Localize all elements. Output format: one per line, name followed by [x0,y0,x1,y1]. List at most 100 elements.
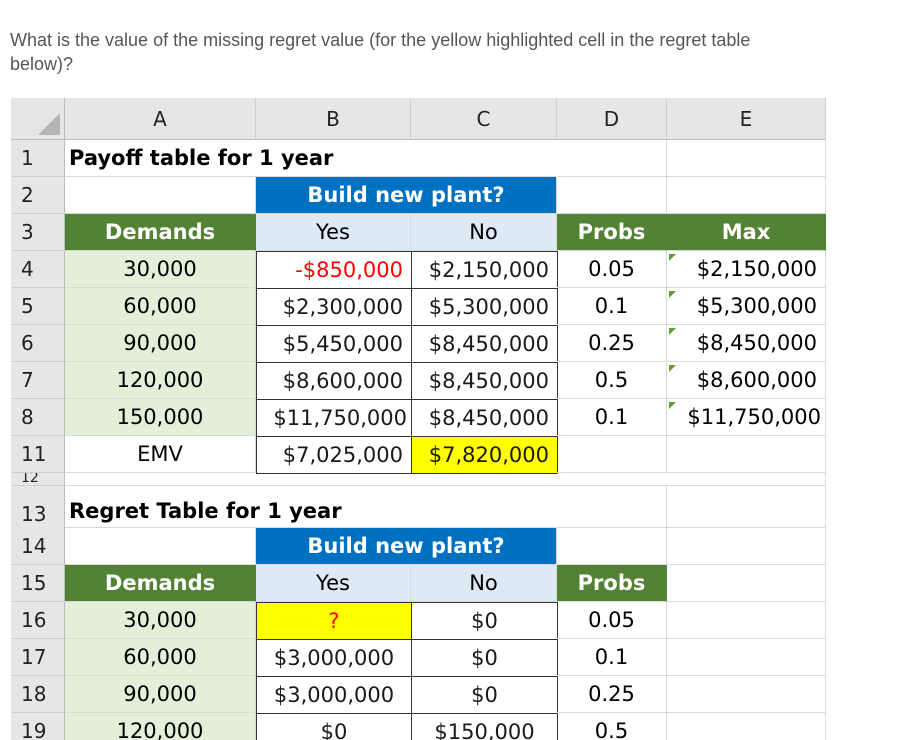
cell-a2[interactable] [65,177,256,214]
row-header-19[interactable]: 19 [11,713,65,740]
cell-e19[interactable] [667,713,826,740]
row-header-18[interactable]: 18 [11,676,65,713]
cell-e14[interactable] [667,528,826,565]
regret-demand[interactable]: 60,000 [65,639,256,676]
emv-yes-value[interactable]: $7,025,000 [256,436,412,474]
row-header-14[interactable]: 14 [11,528,65,565]
payoff-prob[interactable]: 0.1 [557,399,667,436]
cell-e2[interactable] [667,177,826,214]
cell-d11[interactable] [557,436,667,473]
payoff-yes-value[interactable]: $11,750,000 [256,399,412,437]
column-header-b[interactable]: B [256,98,411,140]
payoff-max[interactable]: $8,600,000 [667,362,826,399]
row-header-1[interactable]: 1 [11,140,65,177]
row-header-12[interactable]: 12 [11,473,65,486]
payoff-max[interactable]: $5,300,000 [667,288,826,325]
regret-no-value[interactable]: $150,000 [411,713,558,740]
regret-missing-value[interactable]: ? [256,602,412,640]
payoff-max-header[interactable]: Max [667,214,826,251]
column-header-c[interactable]: C [411,98,557,140]
regret-demand[interactable]: 30,000 [65,602,256,639]
row-header-11[interactable]: 11 [11,436,65,473]
payoff-max[interactable]: $11,750,000 [667,399,826,436]
payoff-prob[interactable]: 0.05 [557,251,667,288]
row-header-7[interactable]: 7 [11,362,65,399]
payoff-prob[interactable]: 0.25 [557,325,667,362]
cell-d13[interactable] [557,486,667,528]
payoff-yes-value[interactable]: $5,450,000 [256,325,412,363]
row-header-5[interactable]: 5 [11,288,65,325]
cell-e15[interactable] [667,565,826,602]
payoff-probs-header[interactable]: Probs [557,214,667,251]
regret-no-header[interactable]: No [411,565,557,602]
comment-flag-icon [669,402,676,409]
regret-prob[interactable]: 0.25 [557,676,667,713]
row-header-4[interactable]: 4 [11,251,65,288]
payoff-demand[interactable]: 120,000 [65,362,256,399]
column-header-d[interactable]: D [557,98,667,140]
payoff-no-value[interactable]: $8,450,000 [411,362,558,400]
regret-title[interactable]: Regret Table for 1 year [65,486,556,528]
row-header-15[interactable]: 15 [11,565,65,602]
regret-yes-value[interactable]: $3,000,000 [256,676,412,714]
row-12-cells[interactable] [65,473,826,486]
cell-e18[interactable] [667,676,826,713]
payoff-no-value[interactable]: $2,150,000 [411,251,558,289]
row-header-3[interactable]: 3 [11,214,65,251]
regret-demand[interactable]: 120,000 [65,713,256,740]
regret-no-value[interactable]: $0 [411,639,558,677]
row-header-8[interactable]: 8 [11,399,65,436]
payoff-demand[interactable]: 60,000 [65,288,256,325]
payoff-decision-header[interactable]: Build new plant? [256,177,557,214]
cell-d1[interactable] [557,140,667,177]
row-header-17[interactable]: 17 [11,639,65,676]
regret-decision-header[interactable]: Build new plant? [256,528,557,565]
cell-e13[interactable] [667,486,826,528]
payoff-yes-value[interactable]: $2,300,000 [256,288,412,326]
regret-yes-value[interactable]: $3,000,000 [256,639,412,677]
payoff-prob[interactable]: 0.1 [557,288,667,325]
payoff-yes-value[interactable]: -$850,000 [256,251,412,289]
regret-no-value[interactable]: $0 [411,602,558,640]
cell-d14[interactable] [557,528,667,565]
comment-flag-icon [669,328,676,335]
regret-prob[interactable]: 0.05 [557,602,667,639]
column-header-e[interactable]: E [667,98,826,140]
payoff-no-value[interactable]: $8,450,000 [411,325,558,363]
row-header-6[interactable]: 6 [11,325,65,362]
payoff-max[interactable]: $2,150,000 [667,251,826,288]
payoff-prob[interactable]: 0.5 [557,362,667,399]
payoff-demands-header[interactable]: Demands [65,214,256,251]
regret-yes-value[interactable]: $0 [256,713,412,740]
payoff-demand[interactable]: 90,000 [65,325,256,362]
cell-e17[interactable] [667,639,826,676]
regret-demand[interactable]: 90,000 [65,676,256,713]
regret-yes-header[interactable]: Yes [256,565,411,602]
spreadsheet: A B C D E 1 2 3 4 5 6 7 8 11 12 13 14 15… [11,98,826,740]
emv-no-value[interactable]: $7,820,000 [411,436,558,474]
payoff-no-value[interactable]: $8,450,000 [411,399,558,437]
payoff-title[interactable]: Payoff table for 1 year [65,140,556,177]
cell-e1[interactable] [667,140,826,177]
row-header-16[interactable]: 16 [11,602,65,639]
payoff-yes-value[interactable]: $8,600,000 [256,362,412,400]
regret-prob[interactable]: 0.5 [557,713,667,740]
payoff-yes-header[interactable]: Yes [256,214,411,251]
cell-e11[interactable] [667,436,826,473]
payoff-no-value[interactable]: $5,300,000 [411,288,558,326]
payoff-demand[interactable]: 150,000 [65,399,256,436]
emv-label[interactable]: EMV [65,436,256,473]
regret-prob[interactable]: 0.1 [557,639,667,676]
payoff-max[interactable]: $8,450,000 [667,325,826,362]
payoff-demand[interactable]: 30,000 [65,251,256,288]
cell-e16[interactable] [667,602,826,639]
column-header-a[interactable]: A [65,98,256,140]
regret-no-value[interactable]: $0 [411,676,558,714]
payoff-no-header[interactable]: No [411,214,557,251]
regret-probs-header[interactable]: Probs [557,565,667,602]
select-all-corner[interactable] [11,98,65,140]
cell-a14[interactable] [65,528,256,565]
regret-demands-header[interactable]: Demands [65,565,256,602]
cell-d2[interactable] [557,177,667,214]
row-header-2[interactable]: 2 [11,177,65,214]
